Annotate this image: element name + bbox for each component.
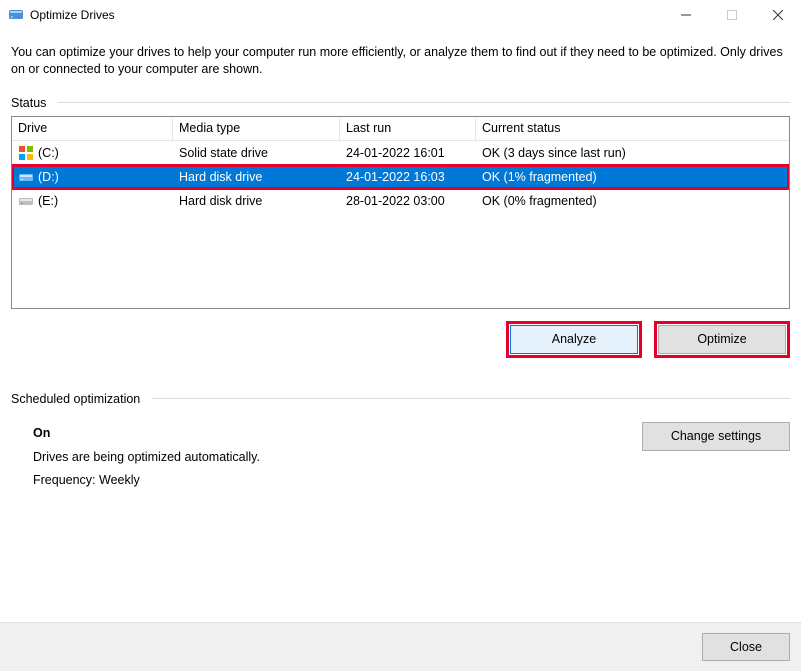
hdd-drive-icon <box>18 169 34 185</box>
app-icon <box>8 7 24 23</box>
drive-name: (C:) <box>38 146 59 160</box>
titlebar: Optimize Drives <box>0 0 801 30</box>
column-media[interactable]: Media type <box>173 117 340 140</box>
drive-media: Hard disk drive <box>173 189 340 213</box>
column-lastrun[interactable]: Last run <box>340 117 476 140</box>
drive-status: OK (0% fragmented) <box>476 189 789 213</box>
window-title: Optimize Drives <box>30 8 115 22</box>
divider <box>58 102 790 103</box>
minimize-button[interactable] <box>663 0 709 30</box>
scheduled-desc: Drives are being optimized automatically… <box>33 446 642 470</box>
close-button[interactable]: Close <box>702 633 790 661</box>
drive-media: Hard disk drive <box>173 165 340 189</box>
dialog-footer: Close <box>0 622 801 671</box>
scheduled-section-label: Scheduled optimization <box>11 392 790 406</box>
scheduled-state: On <box>33 422 642 446</box>
windows-drive-icon <box>18 145 34 161</box>
drive-status: OK (3 days since last run) <box>476 141 789 165</box>
optimize-highlight: Optimize <box>654 321 790 358</box>
hdd-drive-icon <box>18 193 34 209</box>
divider <box>152 398 790 399</box>
scheduled-freq: Frequency: Weekly <box>33 469 642 493</box>
drives-listview[interactable]: Drive Media type Last run Current status… <box>11 116 790 309</box>
optimize-button[interactable]: Optimize <box>658 325 786 354</box>
analyze-button[interactable]: Analyze <box>510 325 638 354</box>
close-window-button[interactable] <box>755 0 801 30</box>
analyze-highlight: Analyze <box>506 321 642 358</box>
drive-status: OK (1% fragmented) <box>476 165 789 189</box>
listview-header[interactable]: Drive Media type Last run Current status <box>12 117 789 141</box>
drive-name: (D:) <box>38 170 59 184</box>
column-drive[interactable]: Drive <box>12 117 173 140</box>
drive-row[interactable]: (E:) Hard disk drive 28-01-2022 03:00 OK… <box>12 189 789 213</box>
action-buttons: Analyze Optimize <box>11 321 790 358</box>
change-settings-button[interactable]: Change settings <box>642 422 790 451</box>
drive-row[interactable]: (D:) Hard disk drive 24-01-2022 16:03 OK… <box>12 165 789 189</box>
maximize-button <box>709 0 755 30</box>
drive-lastrun: 28-01-2022 03:00 <box>340 189 476 213</box>
drive-row[interactable]: (C:) Solid state drive 24-01-2022 16:01 … <box>12 141 789 165</box>
drive-lastrun: 24-01-2022 16:01 <box>340 141 476 165</box>
drive-name: (E:) <box>38 194 58 208</box>
description-text: You can optimize your drives to help you… <box>11 44 790 78</box>
drive-lastrun: 24-01-2022 16:03 <box>340 165 476 189</box>
status-section-label: Status <box>11 96 790 110</box>
scheduled-section: Scheduled optimization On Drives are bei… <box>11 392 790 493</box>
column-status[interactable]: Current status <box>476 117 789 140</box>
window-controls <box>663 0 801 30</box>
drive-media: Solid state drive <box>173 141 340 165</box>
